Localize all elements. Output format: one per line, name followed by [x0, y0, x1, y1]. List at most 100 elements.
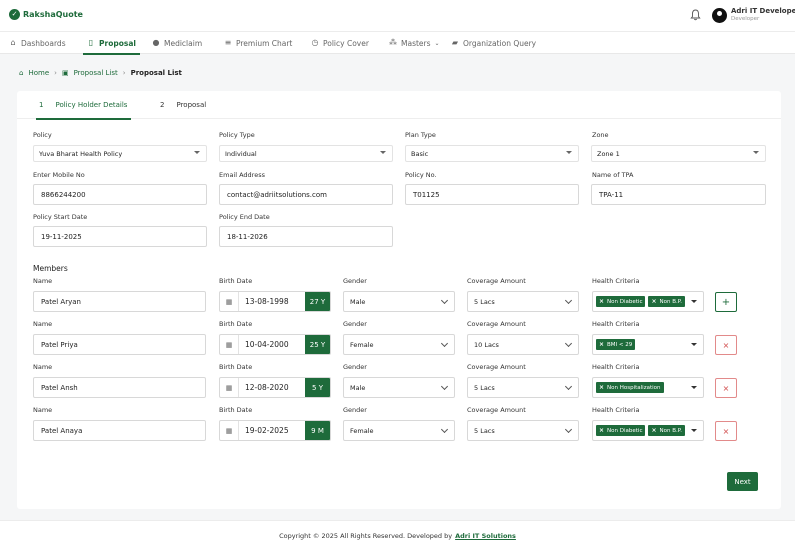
- tab-label: Policy Holder Details: [55, 101, 128, 109]
- breadcrumb-home[interactable]: Home: [28, 69, 49, 77]
- select-value: 5 Lacs: [474, 383, 495, 392]
- breadcrumb-current: Proposal List: [130, 69, 182, 77]
- member-birth-label: Birth Date: [219, 406, 253, 414]
- select-value: 10 Lacs: [474, 340, 499, 349]
- member-birth-date-input[interactable]: ▦ 13-08-1998 27 Y: [219, 291, 331, 312]
- member-health-criteria-select[interactable]: × BMI < 29: [592, 334, 704, 355]
- member-name-input[interactable]: Patel Anaya: [33, 420, 206, 441]
- email-input[interactable]: contact@adriitsolutions.com: [219, 184, 393, 205]
- member-gender-select[interactable]: Male: [343, 291, 455, 312]
- chip-remove-icon[interactable]: ×: [599, 384, 604, 391]
- chip-remove-icon[interactable]: ×: [651, 427, 656, 434]
- select-value: Male: [350, 383, 366, 392]
- member-birth-date-input[interactable]: ▦ 12-08-2020 5 Y: [219, 377, 331, 398]
- tab-policy-holder-details[interactable]: 1 Policy Holder Details: [35, 91, 132, 120]
- next-button[interactable]: Next: [727, 472, 758, 491]
- member-coverage-label: Coverage Amount: [467, 406, 526, 414]
- policy-no-input[interactable]: T01125: [405, 184, 579, 205]
- policy-type-select[interactable]: Individual: [219, 145, 393, 162]
- member-coverage-select[interactable]: 5 Lacs: [467, 420, 579, 441]
- chip-remove-icon[interactable]: ×: [599, 298, 604, 305]
- health-chip[interactable]: × Non Diabetic: [596, 296, 646, 307]
- health-chip[interactable]: × Non Hospitalization: [596, 382, 664, 393]
- remove-member-button[interactable]: ×: [715, 335, 737, 355]
- member-coverage-select[interactable]: 5 Lacs: [467, 291, 579, 312]
- health-chip[interactable]: × Non B.P.: [648, 296, 685, 307]
- remove-member-button[interactable]: ×: [715, 421, 737, 441]
- calendar-icon: ▦: [220, 292, 239, 311]
- nav-label: Organization Query: [463, 38, 537, 48]
- chevron-down-icon: ⌄: [434, 39, 440, 47]
- calendar-icon: ▦: [220, 335, 239, 354]
- member-health-criteria-select[interactable]: × Non Diabetic × Non B.P.: [592, 420, 704, 441]
- bell-icon[interactable]: [690, 9, 701, 21]
- zone-select[interactable]: Zone 1: [591, 145, 766, 162]
- policy-select[interactable]: Yuva Bharat Health Policy: [33, 145, 207, 162]
- user-name[interactable]: Adri IT Developer: [731, 7, 795, 15]
- tpa-input[interactable]: TPA-11: [591, 184, 766, 205]
- health-chip[interactable]: × Non B.P.: [648, 425, 685, 436]
- step-tabs: 1 Policy Holder Details 2 Proposal: [17, 91, 781, 120]
- member-coverage-select[interactable]: 5 Lacs: [467, 377, 579, 398]
- caret-down-icon: [691, 429, 697, 432]
- breadcrumb-parent[interactable]: Proposal List: [74, 69, 118, 77]
- member-coverage-select[interactable]: 10 Lacs: [467, 334, 579, 355]
- member-name-input[interactable]: Patel Aryan: [33, 291, 206, 312]
- member-gender-select[interactable]: Female: [343, 334, 455, 355]
- caret-down-icon: [194, 151, 200, 154]
- chip-remove-icon[interactable]: ×: [599, 341, 604, 348]
- nav-dashboards[interactable]: ⌂ Dashboards: [9, 32, 65, 54]
- member-health-criteria-select[interactable]: × Non Diabetic × Non B.P.: [592, 291, 704, 312]
- birth-date-value: 10-04-2000: [245, 340, 289, 349]
- end-date-input[interactable]: 18-11-2026: [219, 226, 393, 247]
- remove-member-button[interactable]: ×: [715, 378, 737, 398]
- app-logo[interactable]: ✓ RakshaQuote: [9, 9, 83, 20]
- nav-label: Masters: [401, 38, 431, 48]
- member-name-input[interactable]: Patel Priya: [33, 334, 206, 355]
- health-chip[interactable]: × Non Diabetic: [596, 425, 646, 436]
- add-member-button[interactable]: +: [715, 292, 737, 312]
- chip-label: Non B.P.: [659, 298, 682, 305]
- chevron-down-icon: [440, 296, 449, 305]
- member-name-input[interactable]: Patel Ansh: [33, 377, 206, 398]
- member-coverage-label: Coverage Amount: [467, 363, 526, 371]
- chip-remove-icon[interactable]: ×: [651, 298, 656, 305]
- birth-date-value: 13-08-1998: [245, 297, 289, 306]
- mobile-input[interactable]: 8866244200: [33, 184, 207, 205]
- start-date-label: Policy Start Date: [33, 213, 88, 221]
- nav-organization-query[interactable]: ▰ Organization Query: [451, 32, 536, 54]
- nav-label: Premium Chart: [236, 38, 293, 48]
- nav-proposal[interactable]: ▯ Proposal: [83, 32, 140, 55]
- tpa-label: Name of TPA: [592, 171, 634, 179]
- chip-remove-icon[interactable]: ×: [599, 427, 604, 434]
- tab-number: 1: [39, 101, 44, 109]
- member-name-label: Name: [33, 406, 53, 414]
- member-birth-date-input[interactable]: ▦ 10-04-2000 25 Y: [219, 334, 331, 355]
- chip-label: Non Diabetic: [607, 427, 643, 434]
- nav-masters[interactable]: ⁂ Masters ⌄: [389, 32, 440, 54]
- nav-policy-cover[interactable]: ◷ Policy Cover: [311, 32, 369, 54]
- member-birth-date-input[interactable]: ▦ 19-02-2025 9 M: [219, 420, 331, 441]
- nav-mediclaim[interactable]: ● Mediclaim: [152, 32, 203, 54]
- footer-link[interactable]: Adri IT Solutions: [455, 532, 516, 540]
- member-health-criteria-select[interactable]: × Non Hospitalization: [592, 377, 704, 398]
- select-value: Female: [350, 426, 374, 435]
- caret-down-icon: [566, 151, 572, 154]
- user-avatar[interactable]: [712, 8, 727, 23]
- home-icon: ⌂: [10, 38, 16, 47]
- footer-text: Copyright © 2025 All Rights Reserved. De…: [279, 531, 453, 540]
- plan-type-select[interactable]: Basic: [405, 145, 579, 162]
- policy-type-label: Policy Type: [219, 131, 255, 139]
- chip-label: BMI < 29: [607, 341, 633, 348]
- member-coverage-label: Coverage Amount: [467, 320, 526, 328]
- select-value: Female: [350, 340, 374, 349]
- app-name: RakshaQuote: [23, 10, 83, 19]
- member-gender-select[interactable]: Female: [343, 420, 455, 441]
- chip-label: Non B.P.: [659, 427, 682, 434]
- tab-proposal[interactable]: 2 Proposal: [160, 91, 206, 119]
- nav-premium-chart[interactable]: ≡ Premium Chart: [224, 32, 293, 54]
- health-chip[interactable]: × BMI < 29: [596, 339, 636, 350]
- start-date-input[interactable]: 19-11-2025: [33, 226, 207, 247]
- member-gender-select[interactable]: Male: [343, 377, 455, 398]
- caret-down-icon: [691, 343, 697, 346]
